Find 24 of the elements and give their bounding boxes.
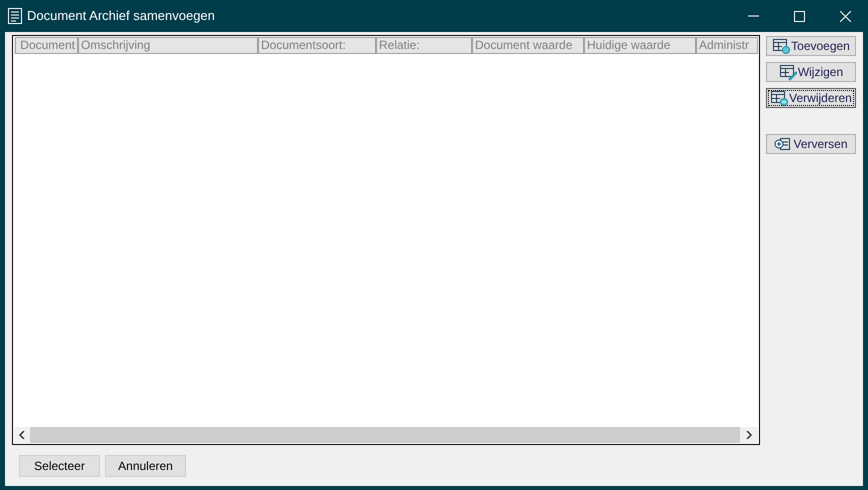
side-button[interactable]: Verwijderen xyxy=(766,88,856,108)
close-icon xyxy=(840,10,850,22)
maximize-icon xyxy=(794,10,804,22)
column-header[interactable]: Documentsoort: xyxy=(258,37,376,54)
column-header[interactable]: Relatie: xyxy=(376,37,472,54)
column-header[interactable]: Administr xyxy=(696,37,758,54)
table-remove-icon xyxy=(770,90,788,106)
column-header[interactable]: Document xyxy=(15,37,78,54)
column-header[interactable]: Omschrijving xyxy=(78,37,258,54)
dialog-button[interactable]: Selecteer xyxy=(19,455,100,477)
side-button[interactable]: Wijzigen xyxy=(766,62,856,82)
table-add-icon xyxy=(772,38,790,54)
side-button[interactable]: Verversen xyxy=(766,134,856,154)
dialog-button[interactable]: Annuleren xyxy=(105,455,186,477)
column-header[interactable]: Huidige waarde xyxy=(584,37,696,54)
refresh-icon xyxy=(774,136,792,152)
window-title: Document Archief samenvoegen xyxy=(27,7,215,26)
minimize-icon xyxy=(748,15,758,17)
table-edit-icon xyxy=(778,64,797,80)
scroll-right-icon[interactable] xyxy=(745,431,753,439)
scroll-left-icon[interactable] xyxy=(18,431,26,439)
document-icon xyxy=(8,8,22,24)
side-button[interactable]: Toevoegen xyxy=(766,36,856,56)
column-header[interactable]: Document waarde xyxy=(472,37,584,54)
